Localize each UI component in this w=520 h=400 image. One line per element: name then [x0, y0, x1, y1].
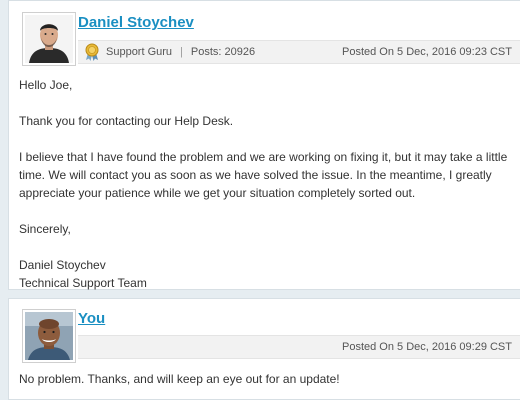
user-avatar-image [25, 312, 73, 360]
author-post-count: Posts: 20926 [190, 46, 256, 58]
signature: Daniel Stoychev Technical Support Team [19, 256, 512, 292]
body-paragraph: Thank you for contacting our Help Desk. [19, 114, 234, 128]
author-role: Support Guru [106, 46, 173, 58]
agent-avatar [22, 12, 76, 66]
user-avatar [22, 309, 76, 363]
body-paragraph: I believe that I have found the problem … [19, 150, 508, 200]
post-date: Posted On 5 Dec, 2016 09:23 CST [342, 46, 512, 58]
post-body: No problem. Thanks, and will keep an eye… [19, 370, 512, 388]
closing-text: Sincerely, [19, 222, 71, 236]
post-body: Hello Joe, Thank you for contacting our … [19, 76, 512, 292]
signature-team: Technical Support Team [19, 276, 147, 290]
post-date: Posted On 5 Dec, 2016 09:29 CST [342, 341, 512, 353]
body-paragraph: No problem. Thanks, and will keep an eye… [19, 372, 340, 386]
author-name-link[interactable]: You [78, 310, 105, 327]
signature-name: Daniel Stoychev [19, 258, 106, 272]
post-meta-bar: Posted On 5 Dec, 2016 09:29 CST [78, 335, 520, 359]
meta-divider: | [180, 46, 183, 58]
greeting-text: Hello Joe, [19, 78, 73, 92]
post-meta-bar: Support Guru | Posts: 20926 Posted On 5 … [78, 40, 520, 64]
ticket-reply-agent: Daniel Stoychev Support Guru | Posts: 20… [8, 0, 520, 290]
author-name-link[interactable]: Daniel Stoychev [78, 14, 194, 31]
agent-avatar-image [25, 15, 73, 63]
award-ribbon-icon [84, 43, 100, 61]
author-meta: Support Guru | Posts: 20926 [84, 41, 255, 63]
ticket-reply-user: You Posted On 5 Dec, 2016 09:29 CST No p… [8, 298, 520, 400]
